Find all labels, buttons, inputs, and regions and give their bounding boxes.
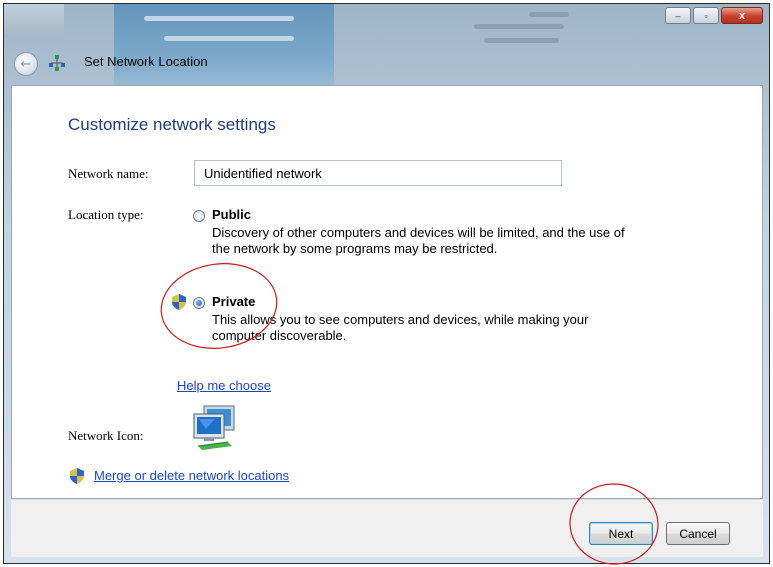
dialog-footer: Next Cancel [11,499,763,557]
network-name-label: Network name: [68,166,149,181]
background-blur-line [144,16,294,21]
private-radio[interactable] [193,297,205,309]
location-type-label: Location type: [68,207,144,222]
background-blur-line [484,38,559,43]
merge-delete-locations-link[interactable]: Merge or delete network locations [94,468,289,483]
close-button[interactable]: x [721,7,763,24]
minimize-button[interactable]: – [665,7,691,24]
uac-shield-icon [70,468,84,484]
network-name-input[interactable] [194,160,562,186]
public-option-description: Discovery of other computers and devices… [212,225,625,256]
page-heading: Customize network settings [68,115,276,134]
next-button[interactable]: Next [589,522,653,545]
window-controls: – ▫ x [665,7,763,24]
back-arrow-icon: ← [20,56,32,72]
network-location-icon [49,55,65,71]
uac-shield-icon [172,294,186,310]
network-computers-icon[interactable] [190,404,242,452]
public-radio[interactable] [193,210,205,222]
background-blur-line [164,36,294,41]
cancel-button[interactable]: Cancel [666,522,730,545]
public-option-title: Public [212,207,252,222]
window-title: Set Network Location [84,54,208,69]
content-panel: Customize network settings Network name:… [11,85,763,499]
background-glass-left [4,4,64,34]
background-blur-line [474,24,564,29]
help-me-choose-link[interactable]: Help me choose [177,378,271,393]
background-blur-line [529,12,569,17]
back-button[interactable]: ← [14,52,38,76]
private-option-description: This allows you to see computers and dev… [212,312,589,343]
private-option-title: Private [212,294,256,309]
dialog-window: – ▫ x ← Set Network Location Customize n… [3,3,770,564]
network-icon-label: Network Icon: [68,428,144,443]
maximize-button[interactable]: ▫ [693,7,719,24]
